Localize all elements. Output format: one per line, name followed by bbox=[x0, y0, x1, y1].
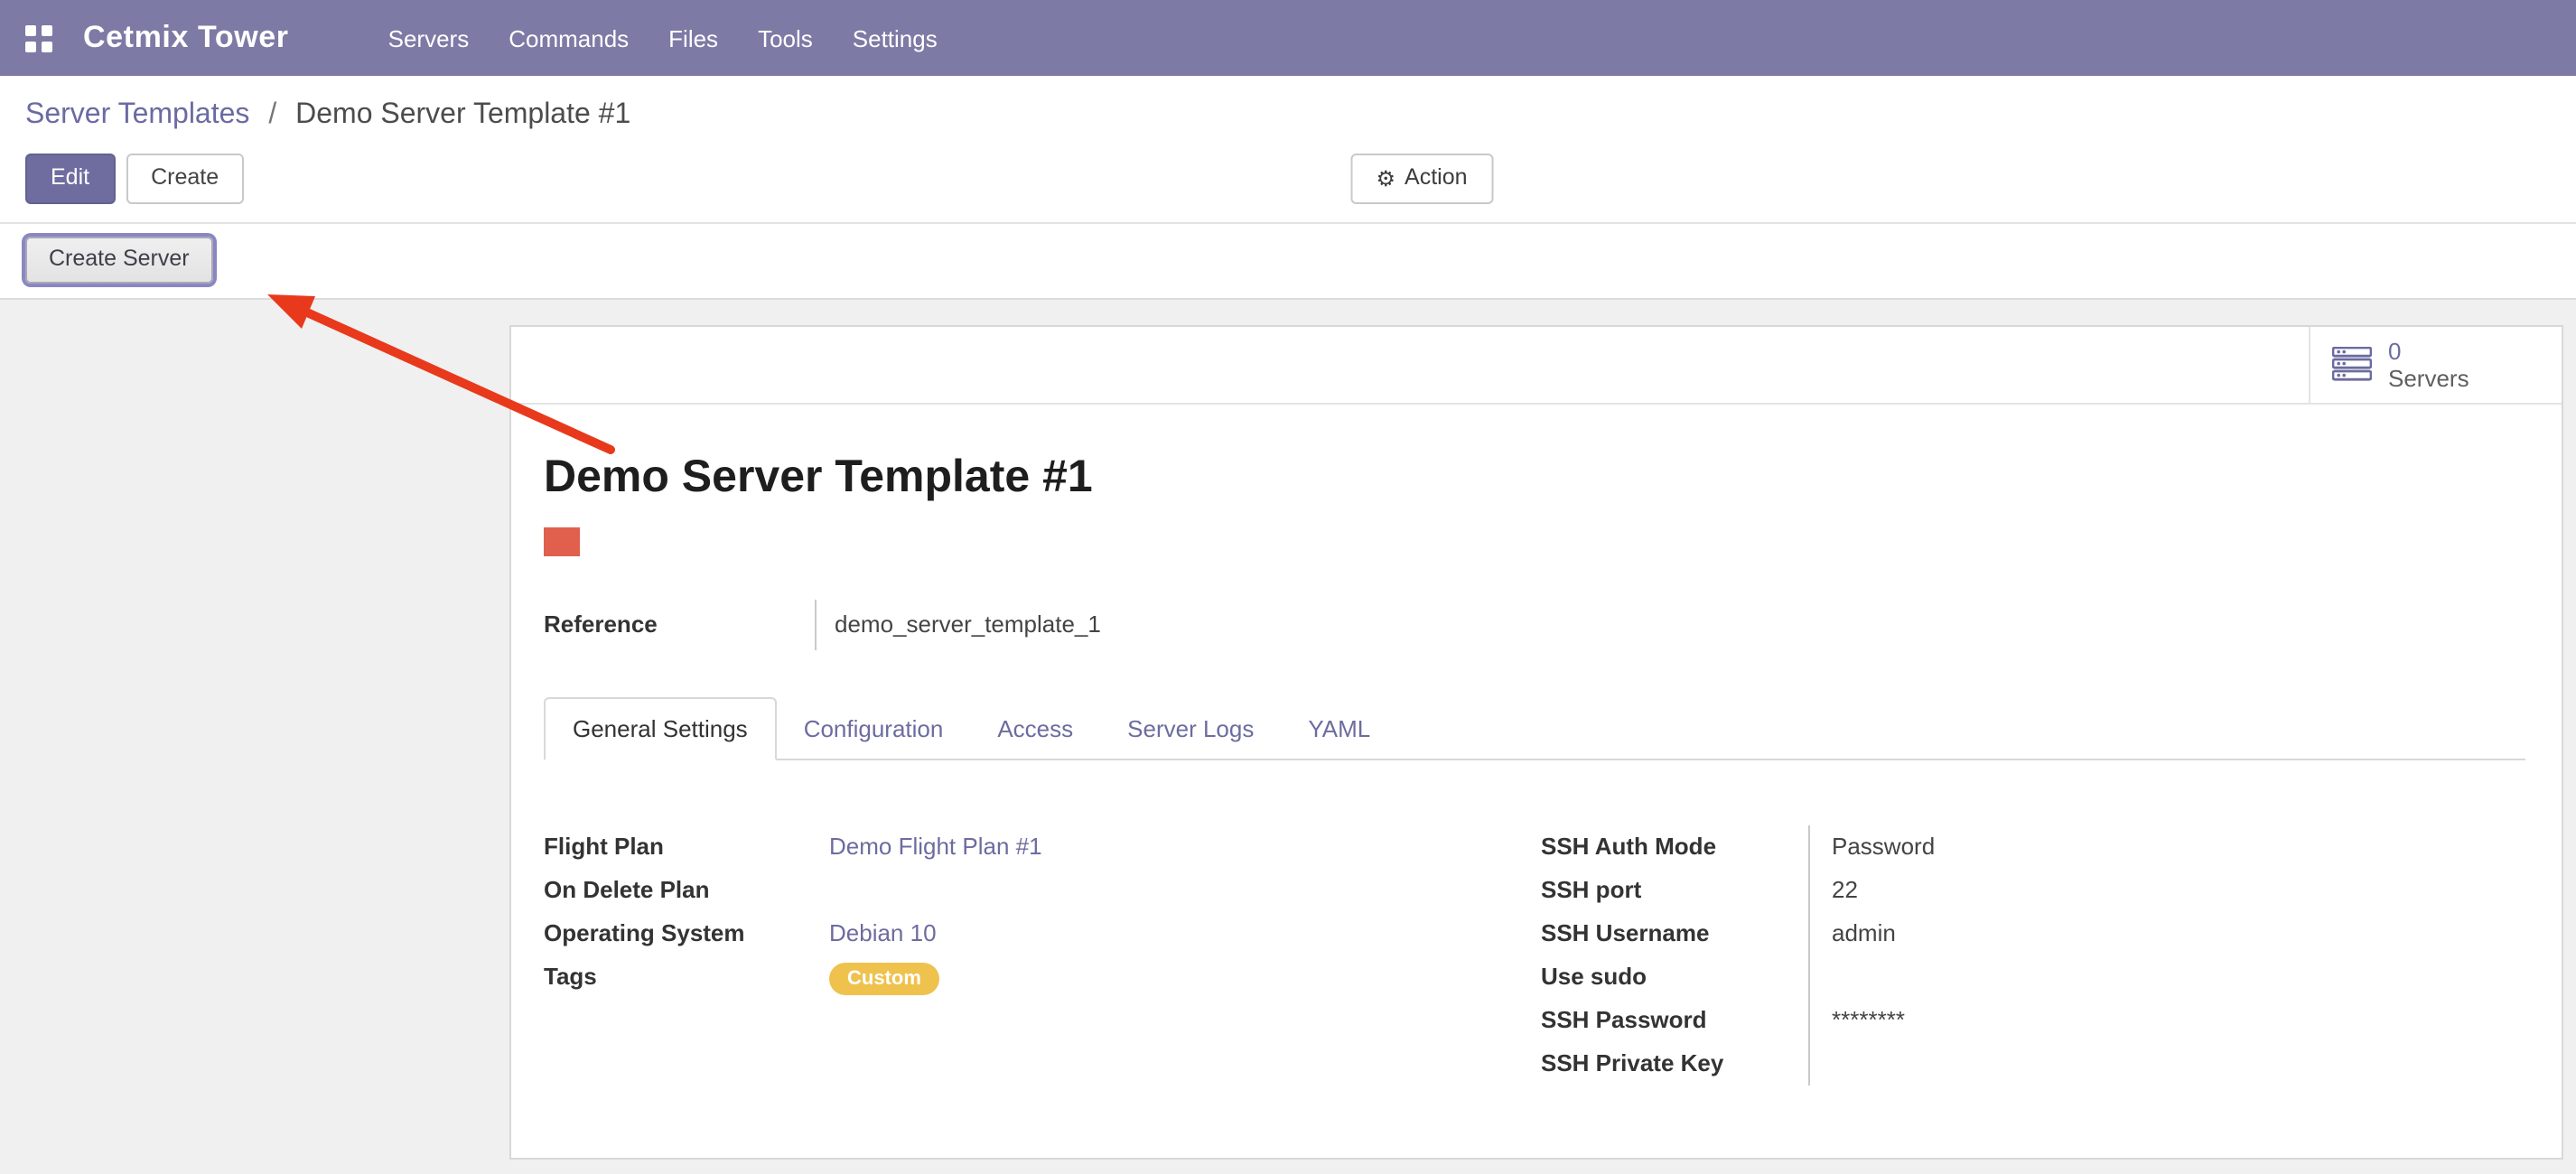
breadcrumb: Server Templates / Demo Server Template … bbox=[0, 76, 2576, 139]
breadcrumb-parent-link[interactable]: Server Templates bbox=[25, 99, 249, 130]
menu-item-settings[interactable]: Settings bbox=[833, 1, 957, 75]
flight-plan-value-link[interactable]: Demo Flight Plan #1 bbox=[829, 832, 1042, 859]
record-title: Demo Server Template #1 bbox=[544, 451, 2525, 503]
menu-item-servers[interactable]: Servers bbox=[369, 1, 490, 75]
edit-button[interactable]: Edit bbox=[25, 154, 115, 203]
field-group-right: SSH Auth Mode Password SSH port 22 SSH U… bbox=[1541, 825, 2525, 1085]
tags-label: Tags bbox=[544, 955, 829, 998]
use-sudo-value bbox=[1808, 955, 2525, 998]
tab-general-settings-content: Flight Plan Demo Flight Plan #1 On Delet… bbox=[544, 825, 2525, 1085]
field-row-on-delete-plan: On Delete Plan bbox=[544, 868, 1541, 911]
field-row-ssh-username: SSH Username admin bbox=[1541, 911, 2525, 955]
field-row-ssh-port: SSH port 22 bbox=[1541, 868, 2525, 911]
server-template-form-card: 0 Servers Demo Server Template #1 Refere… bbox=[509, 324, 2563, 1159]
breadcrumb-current: Demo Server Template #1 bbox=[295, 99, 630, 130]
card-body: Demo Server Template #1 Reference demo_s… bbox=[511, 404, 2562, 1085]
servers-label: Servers bbox=[2388, 364, 2469, 391]
ssh-password-value: ******** bbox=[1808, 998, 2525, 1041]
statusbar: Create Server bbox=[0, 222, 2576, 299]
tab-configuration[interactable]: Configuration bbox=[777, 698, 971, 758]
ssh-username-value: admin bbox=[1808, 911, 2525, 955]
field-row-flight-plan: Flight Plan Demo Flight Plan #1 bbox=[544, 825, 1541, 868]
card-button-box-row: 0 Servers bbox=[511, 326, 2562, 404]
action-dropdown-label: Action bbox=[1405, 164, 1468, 192]
operating-system-label: Operating System bbox=[544, 911, 829, 955]
ssh-port-label: SSH port bbox=[1541, 868, 1808, 911]
reference-value: demo_server_template_1 bbox=[817, 610, 1101, 638]
menu-item-commands[interactable]: Commands bbox=[489, 1, 649, 75]
use-sudo-label: Use sudo bbox=[1541, 955, 1808, 998]
notebook-tabs: General Settings Configuration Access Se… bbox=[544, 696, 2525, 759]
create-server-button[interactable]: Create Server bbox=[25, 237, 213, 283]
ssh-private-key-value bbox=[1808, 1041, 2525, 1085]
on-delete-plan-label: On Delete Plan bbox=[544, 868, 829, 911]
ssh-port-value: 22 bbox=[1808, 868, 2525, 911]
operating-system-value-link[interactable]: Debian 10 bbox=[829, 918, 937, 946]
reference-field-row: Reference demo_server_template_1 bbox=[544, 599, 2525, 649]
breadcrumb-separator: / bbox=[268, 99, 276, 130]
field-row-use-sudo: Use sudo bbox=[1541, 955, 2525, 998]
tab-general-settings[interactable]: General Settings bbox=[544, 696, 777, 759]
main-menu: Servers Commands Files Tools Settings bbox=[369, 1, 957, 75]
color-swatch[interactable] bbox=[544, 526, 580, 555]
on-delete-plan-value bbox=[829, 868, 1541, 911]
field-row-ssh-password: SSH Password ******** bbox=[1541, 998, 2525, 1041]
flight-plan-label: Flight Plan bbox=[544, 825, 829, 868]
servers-stat-text: 0 Servers bbox=[2388, 337, 2469, 391]
ssh-password-label: SSH Password bbox=[1541, 998, 1808, 1041]
ssh-auth-mode-value: Password bbox=[1808, 825, 2525, 868]
tab-yaml[interactable]: YAML bbox=[1281, 698, 1397, 758]
tag-badge-custom[interactable]: Custom bbox=[829, 962, 939, 994]
field-row-operating-system: Operating System Debian 10 bbox=[544, 911, 1541, 955]
action-dropdown-button[interactable]: ⚙ Action bbox=[1350, 154, 1492, 203]
create-button[interactable]: Create bbox=[126, 154, 244, 203]
reference-label: Reference bbox=[544, 610, 815, 638]
menu-item-tools[interactable]: Tools bbox=[738, 1, 833, 75]
control-panel: Server Templates / Demo Server Template … bbox=[0, 76, 2576, 299]
apps-grid-icon[interactable] bbox=[25, 24, 52, 51]
field-group-left: Flight Plan Demo Flight Plan #1 On Delet… bbox=[544, 825, 1541, 1085]
content-area: 0 Servers Demo Server Template #1 Refere… bbox=[0, 299, 2576, 1173]
top-navbar: Cetmix Tower Servers Commands Files Tool… bbox=[0, 0, 2576, 76]
field-row-ssh-auth-mode: SSH Auth Mode Password bbox=[1541, 825, 2525, 868]
menu-item-files[interactable]: Files bbox=[649, 1, 738, 75]
tab-server-logs[interactable]: Server Logs bbox=[1100, 698, 1281, 758]
ssh-private-key-label: SSH Private Key bbox=[1541, 1041, 1808, 1085]
gear-icon: ⚙ bbox=[1376, 168, 1395, 190]
servers-count: 0 bbox=[2388, 337, 2469, 364]
ssh-username-label: SSH Username bbox=[1541, 911, 1808, 955]
servers-stat-button[interactable]: 0 Servers bbox=[2309, 326, 2562, 402]
field-row-tags: Tags Custom bbox=[544, 955, 1541, 998]
ssh-auth-mode-label: SSH Auth Mode bbox=[1541, 825, 1808, 868]
action-buttons-row: Edit Create ⚙ Action bbox=[0, 139, 2576, 222]
app-title: Cetmix Tower bbox=[83, 20, 289, 56]
field-row-ssh-private-key: SSH Private Key bbox=[1541, 1041, 2525, 1085]
app-window: Cetmix Tower Servers Commands Files Tool… bbox=[0, 0, 2576, 1174]
tab-access[interactable]: Access bbox=[970, 698, 1100, 758]
servers-icon bbox=[2332, 347, 2372, 381]
